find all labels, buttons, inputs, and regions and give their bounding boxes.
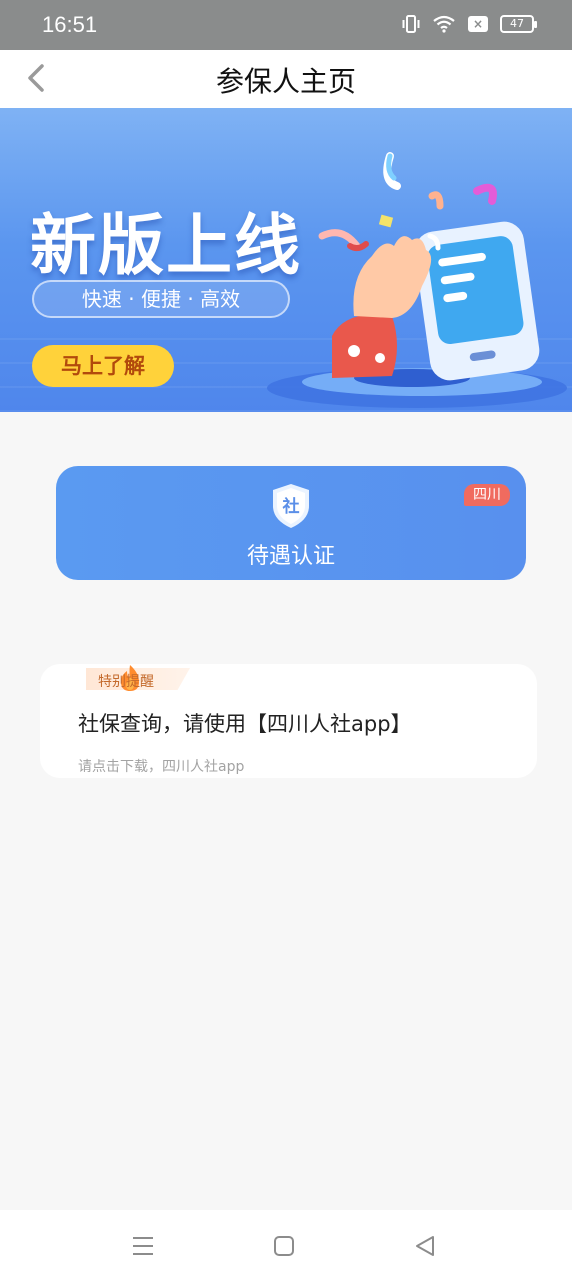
status-bar: 16:51 × 47 [0, 0, 572, 50]
back-triangle-icon[interactable] [409, 1230, 441, 1262]
notice-card[interactable]: 特别提醒 社保查询，请使用【四川人社app】 请点击下载，四川人社app [40, 664, 537, 778]
notice-subtitle[interactable]: 请点击下载，四川人社app [78, 756, 244, 776]
wifi-icon [433, 15, 455, 33]
battery-icon: 47 [500, 15, 537, 33]
shield-icon: 社 [273, 484, 309, 528]
benefit-certification-label: 待遇认证 [246, 544, 335, 569]
benefit-certification-card[interactable]: 社 四川 待遇认证 [56, 466, 526, 580]
promo-banner[interactable]: 新版上线 快速 · 便捷 · 高效 马上了解 [0, 108, 572, 412]
vibrate-icon [402, 15, 420, 33]
shield-char: 社 [282, 496, 300, 517]
sim-x-icon: × [468, 16, 488, 32]
phone-hand-illustration [267, 152, 567, 408]
status-time: 16:51 [42, 12, 98, 37]
banner-tagline: 快速 · 便捷 · 高效 [32, 280, 290, 318]
learn-more-button[interactable]: 马上了解 [32, 345, 174, 387]
notice-tag-label: 特别提醒 [98, 674, 154, 690]
notice-title: 社保查询，请使用【四川人社app】 [78, 712, 412, 736]
page-title: 参保人主页 [215, 65, 356, 98]
menu-icon[interactable] [127, 1230, 159, 1262]
region-badge: 四川 [464, 484, 510, 506]
system-nav-bar [0, 1210, 572, 1280]
home-icon[interactable] [268, 1230, 300, 1262]
title-bar: 参保人主页 [0, 50, 572, 108]
status-icons: × 47 [402, 14, 537, 34]
